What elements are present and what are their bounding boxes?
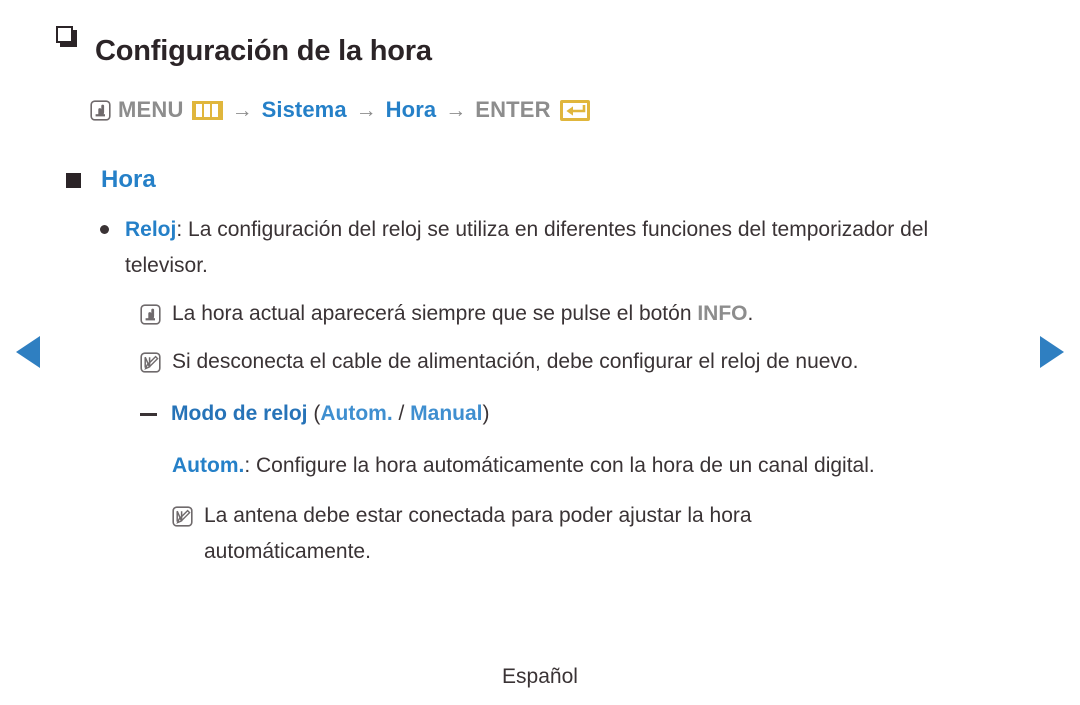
menu-bars-icon: [191, 100, 223, 120]
note-pencil-icon: [172, 506, 193, 527]
note-power-cable: Si desconecta el cable de alimentación, …: [140, 344, 1020, 380]
note-info-text: La hora actual aparecerá siempre que se …: [172, 296, 753, 332]
menu-path-breadcrumb: MENU → Sistema → Hora → ENTER: [90, 99, 1020, 121]
menu-path-item-hora[interactable]: Hora: [386, 99, 437, 121]
reloj-term: Reloj: [125, 218, 177, 242]
hand-press-icon: [140, 304, 161, 325]
info-keyword: INFO: [697, 302, 748, 326]
path-arrow-3: →: [445, 98, 467, 122]
box-outline-icon: [56, 26, 73, 43]
reloj-paragraph: Reloj: La configuración del reloj se uti…: [125, 212, 955, 284]
dash-bullet-icon: [140, 413, 157, 417]
section-header-hora: Hora: [66, 166, 1020, 194]
menu-label: MENU: [118, 97, 184, 123]
enter-return-icon: [559, 99, 590, 121]
autom-description: Autom.: Configure la hora automáticament…: [172, 448, 1020, 484]
modo-option-autom: Autom.: [320, 402, 393, 426]
dot-bullet-icon: [100, 225, 109, 235]
modo-paren-close: ): [482, 402, 490, 426]
page-title-row: Configuración de la hora: [56, 14, 1020, 89]
reloj-description: La configuración del reloj se utiliza en…: [125, 218, 929, 278]
note-power-cable-text: Si desconecta el cable de alimentación, …: [172, 350, 859, 374]
modo-option-separator: /: [392, 402, 411, 426]
filled-square-icon: [66, 172, 81, 188]
list-item-modo-de-reloj: Modo de reloj (Autom. / Manual): [140, 396, 1020, 432]
autom-term: Autom.: [172, 454, 245, 478]
manual-page: Configuración de la hora MENU → Sistema …: [0, 0, 1080, 705]
modo-de-reloj-line: Modo de reloj (Autom. / Manual): [171, 396, 490, 432]
note-info: La hora actual aparecerá siempre que se …: [140, 296, 1020, 332]
modo-paren-open: (: [307, 402, 321, 426]
note-info-text-after: .: [747, 302, 754, 326]
footer-language: Español: [502, 665, 578, 688]
note-info-text-before: La hora actual aparecerá siempre que se …: [172, 302, 698, 326]
menu-path-item-sistema[interactable]: Sistema: [262, 99, 347, 121]
section-title: Hora: [101, 166, 156, 194]
note-antena-text: La antena debe estar conectada para pode…: [204, 504, 752, 564]
modo-de-reloj-term: Modo de reloj: [171, 402, 308, 426]
enter-label: ENTER: [475, 97, 551, 123]
page-title: Configuración de la hora: [95, 35, 432, 68]
path-arrow-2: →: [355, 98, 377, 122]
content-column: Configuración de la hora MENU → Sistema …: [0, 0, 1080, 570]
autom-description-text: Configure la hora automáticamente con la…: [256, 454, 875, 478]
path-arrow-1: →: [231, 98, 253, 122]
autom-separator: :: [244, 454, 256, 478]
reloj-separator: :: [176, 218, 189, 242]
note-pencil-icon: [140, 352, 161, 373]
list-item-reloj: Reloj: La configuración del reloj se uti…: [100, 212, 1020, 284]
hand-press-icon: [90, 99, 111, 121]
modo-option-manual: Manual: [410, 402, 483, 426]
note-antena: La antena debe estar conectada para pode…: [172, 498, 1020, 570]
